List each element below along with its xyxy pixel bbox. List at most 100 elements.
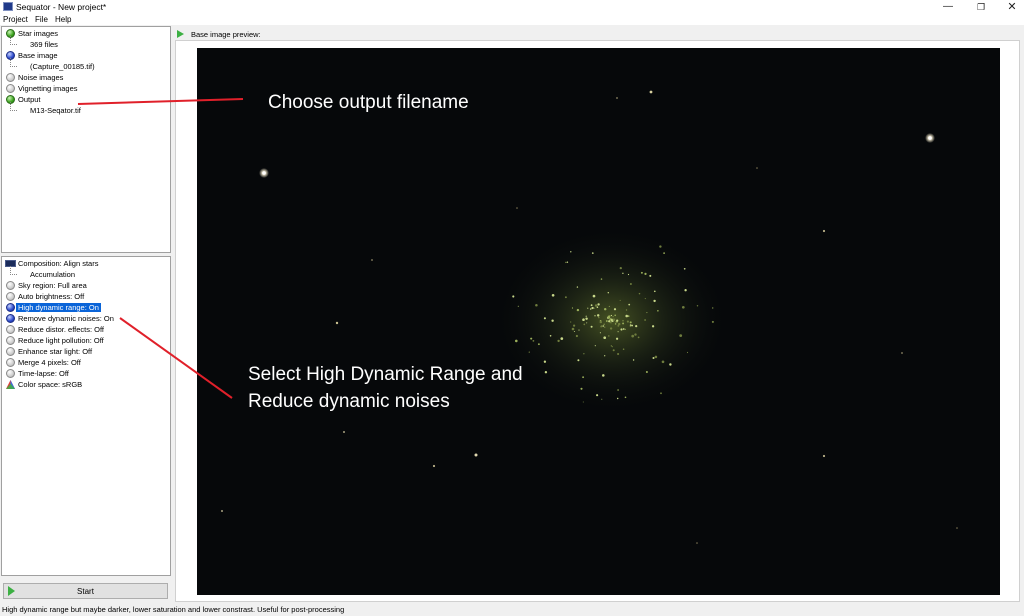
gray-ball-icon bbox=[6, 325, 15, 334]
bright-star-core bbox=[262, 171, 266, 175]
cluster-star bbox=[616, 321, 618, 323]
field-star bbox=[901, 352, 903, 354]
cluster-star bbox=[608, 320, 611, 323]
cluster-star bbox=[594, 304, 598, 307]
setting-reduce-light-pollution[interactable]: Reduce light pollution: Off bbox=[2, 335, 170, 346]
tree-child-label: 369 files bbox=[30, 40, 58, 49]
cluster-star bbox=[596, 394, 599, 397]
cluster-star bbox=[628, 303, 631, 306]
cluster-star bbox=[611, 346, 613, 348]
tree-child-base-file[interactable]: (Capture_00185.tif) bbox=[2, 58, 170, 72]
cluster-star bbox=[625, 309, 628, 311]
tree-child-star-count[interactable]: 369 files bbox=[2, 36, 170, 50]
gray-ball-icon bbox=[6, 336, 15, 345]
cluster-star bbox=[651, 325, 655, 328]
cluster-star bbox=[613, 308, 617, 311]
cluster-star bbox=[622, 328, 625, 330]
cluster-star bbox=[585, 315, 587, 317]
tree-connector bbox=[10, 36, 17, 45]
field-star bbox=[956, 527, 958, 529]
cluster-star bbox=[543, 360, 547, 363]
cluster-star bbox=[570, 321, 572, 323]
cluster-star bbox=[532, 340, 535, 342]
cluster-star bbox=[683, 267, 686, 270]
tree-item-output[interactable]: Output bbox=[2, 94, 170, 105]
cluster-star bbox=[575, 334, 578, 338]
cluster-star bbox=[622, 272, 624, 274]
tree-child-output-file[interactable]: M13-Seqator.tif bbox=[2, 102, 170, 116]
cluster-star bbox=[661, 360, 665, 364]
maximize-button[interactable]: ❐ bbox=[966, 0, 996, 14]
minimize-button[interactable]: — bbox=[933, 0, 963, 14]
cluster-star bbox=[627, 273, 630, 276]
menu-help[interactable]: Help bbox=[55, 15, 71, 24]
cluster-star bbox=[611, 319, 613, 321]
menu-project[interactable]: Project bbox=[3, 15, 28, 24]
setting-label: Composition: Align stars bbox=[18, 259, 99, 268]
cluster-star bbox=[620, 328, 623, 331]
tree-connector bbox=[10, 266, 17, 275]
tree-item-base-image[interactable]: Base image bbox=[2, 50, 170, 61]
cluster-star bbox=[626, 320, 629, 323]
setting-sky-region[interactable]: Sky region: Full area bbox=[2, 280, 170, 291]
setting-auto-brightness[interactable]: Auto brightness: Off bbox=[2, 291, 170, 302]
cluster-star bbox=[622, 320, 624, 322]
cluster-star bbox=[576, 308, 580, 312]
setting-color-space[interactable]: Color space: sRGB bbox=[2, 379, 170, 390]
title-bar: Sequator - New project* — ❐ ✕ bbox=[0, 0, 1024, 14]
setting-merge-pixels[interactable]: Merge 4 pixels: Off bbox=[2, 357, 170, 368]
setting-enhance-star-light[interactable]: Enhance star light: Off bbox=[2, 346, 170, 357]
cluster-star bbox=[544, 371, 548, 374]
cluster-star bbox=[629, 324, 632, 326]
palette-icon bbox=[6, 380, 15, 389]
cluster-star bbox=[696, 305, 699, 307]
tree-item-star-images[interactable]: Star images bbox=[2, 28, 170, 39]
cluster-star bbox=[602, 325, 605, 327]
cluster-star bbox=[612, 349, 615, 352]
cluster-star bbox=[619, 299, 621, 301]
cluster-star bbox=[587, 307, 589, 309]
cluster-star bbox=[607, 291, 610, 294]
setting-reduce-distortion[interactable]: Reduce distor. effects: Off bbox=[2, 324, 170, 335]
setting-label: Color space: sRGB bbox=[18, 380, 83, 389]
cluster-star bbox=[594, 307, 596, 309]
setting-composition-child[interactable]: Accumulation bbox=[2, 266, 170, 280]
cluster-star bbox=[583, 353, 585, 355]
field-star bbox=[343, 431, 345, 433]
cluster-star bbox=[624, 396, 627, 399]
cluster-star bbox=[600, 278, 603, 280]
setting-composition[interactable]: Composition: Align stars bbox=[2, 258, 170, 269]
tree-child-label: M13-Seqator.tif bbox=[30, 106, 81, 115]
cluster-star bbox=[615, 337, 619, 340]
cluster-star bbox=[660, 392, 662, 395]
start-button[interactable]: Start bbox=[3, 583, 168, 599]
cluster-star bbox=[619, 266, 622, 270]
cluster-star bbox=[528, 351, 530, 353]
cluster-star bbox=[594, 315, 596, 317]
tree-item-noise-images[interactable]: Noise images bbox=[2, 72, 170, 83]
cluster-star bbox=[653, 299, 656, 303]
cluster-star bbox=[582, 401, 584, 403]
cluster-star bbox=[530, 337, 533, 340]
cluster-star bbox=[597, 316, 600, 319]
tree-item-vignetting-images[interactable]: Vignetting images bbox=[2, 83, 170, 94]
cluster-star bbox=[686, 351, 689, 354]
cluster-star bbox=[592, 294, 596, 298]
field-star bbox=[516, 207, 518, 209]
setting-label: Merge 4 pixels: Off bbox=[18, 358, 81, 367]
field-star bbox=[221, 510, 223, 512]
gray-ball-icon bbox=[6, 84, 15, 93]
setting-high-dynamic-range[interactable]: High dynamic range: On bbox=[2, 302, 170, 313]
cluster-star bbox=[560, 337, 564, 340]
gray-ball-icon bbox=[6, 347, 15, 356]
cluster-star bbox=[566, 261, 569, 263]
menu-file[interactable]: File bbox=[35, 15, 48, 24]
cluster-star bbox=[603, 336, 607, 340]
setting-remove-dynamic-noises[interactable]: Remove dynamic noises: On bbox=[2, 313, 170, 324]
field-star bbox=[474, 453, 478, 457]
setting-time-lapse[interactable]: Time-lapse: Off bbox=[2, 368, 170, 379]
base-image-preview[interactable] bbox=[197, 48, 1000, 595]
close-button[interactable]: ✕ bbox=[997, 0, 1024, 14]
cluster-star bbox=[629, 325, 632, 328]
cluster-star bbox=[596, 314, 600, 317]
